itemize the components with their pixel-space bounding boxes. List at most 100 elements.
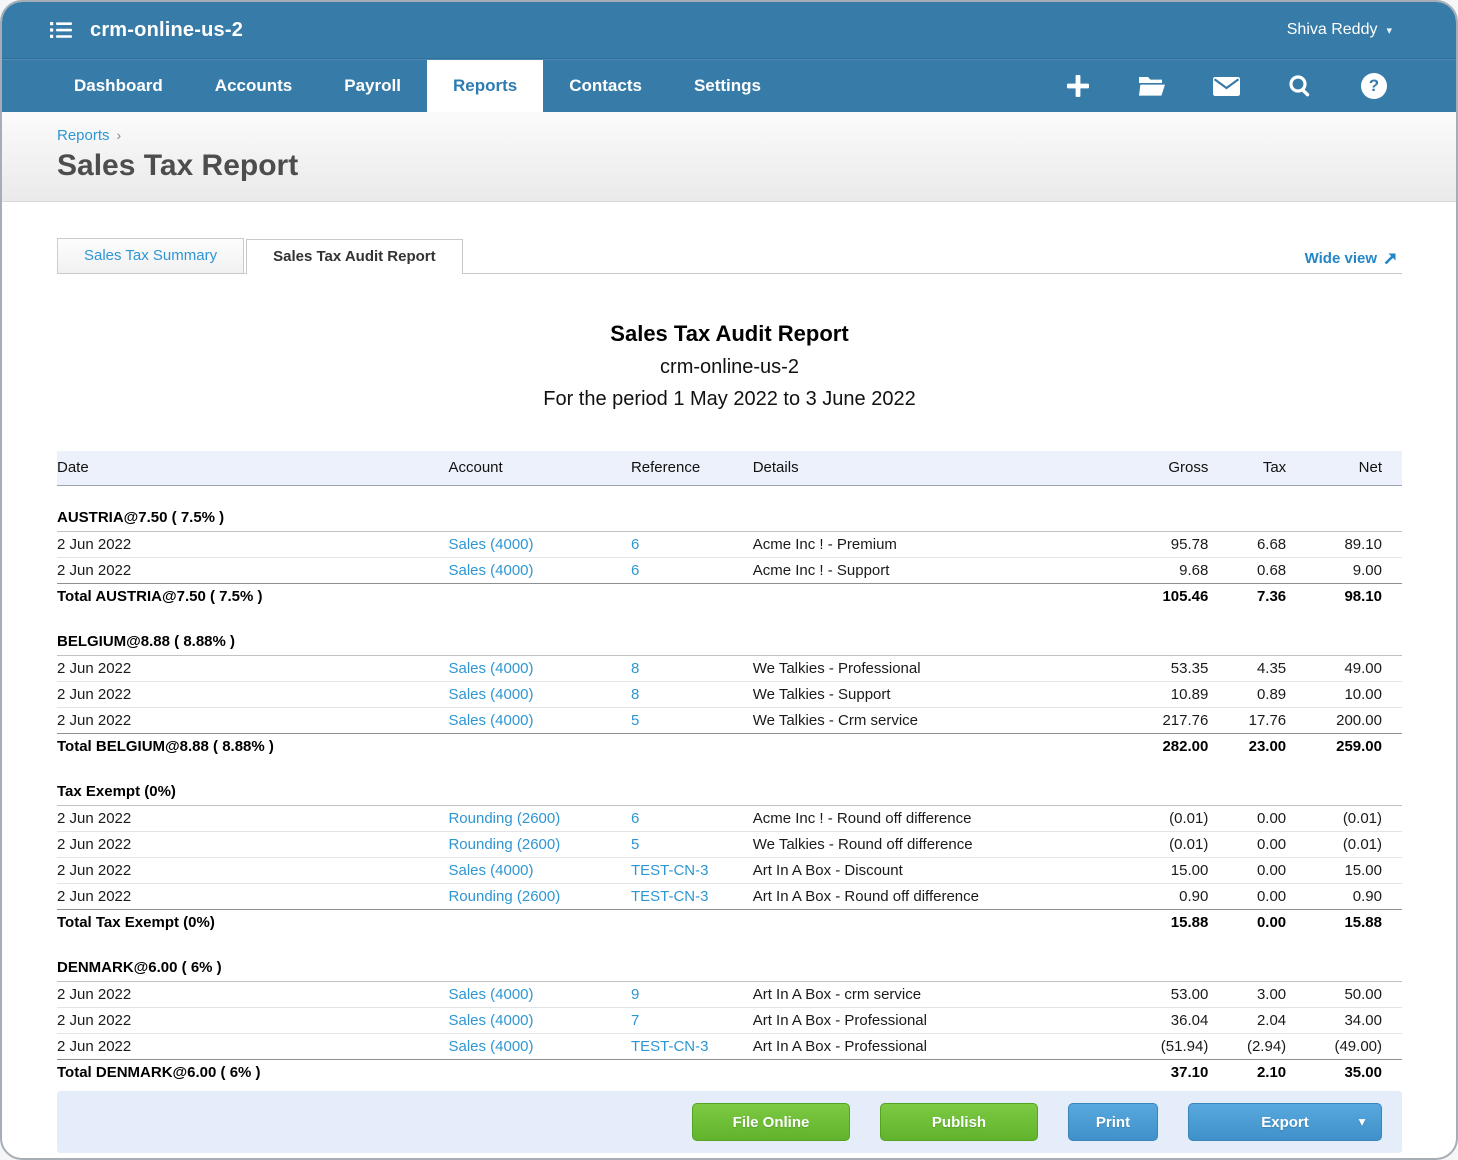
org-list-icon[interactable] [50, 20, 74, 40]
tax-cell: 0.00 [1208, 831, 1286, 857]
report-head: Sales Tax Audit Report crm-online-us-2 F… [57, 316, 1402, 415]
publish-button[interactable]: Publish [880, 1103, 1038, 1141]
details-cell: Acme Inc ! - Support [753, 557, 1089, 583]
account-link[interactable]: Sales (4000) [448, 562, 533, 579]
tax-cell: 0.89 [1208, 681, 1286, 707]
reference-link[interactable]: 6 [631, 562, 639, 579]
nav-item-dashboard[interactable]: Dashboard [48, 60, 189, 112]
search-icon[interactable] [1286, 72, 1314, 100]
breadcrumb-band: Reports› Sales Tax Report [2, 112, 1456, 202]
account-link[interactable]: Sales (4000) [448, 536, 533, 553]
date-cell: 2 Jun 2022 [57, 883, 448, 909]
account-link[interactable]: Rounding (2600) [448, 888, 560, 905]
org-name: crm-online-us-2 [90, 19, 243, 42]
wide-view-link[interactable]: Wide view [1305, 250, 1398, 267]
tab-sales-tax-summary[interactable]: Sales Tax Summary [57, 238, 244, 273]
chevron-down-icon: ▾ [1386, 24, 1392, 37]
account-link[interactable]: Rounding (2600) [448, 810, 560, 827]
details-cell: We Talkies - Crm service [753, 707, 1089, 733]
button-label: Export [1261, 1114, 1309, 1131]
reference-cell: 7 [631, 1007, 753, 1033]
table-row: 2 Jun 2022Sales (4000)TEST-CN-3Art In A … [57, 857, 1402, 883]
table-header-row: DateAccountReferenceDetailsGrossTaxNet [57, 451, 1402, 485]
column-header-date: Date [57, 451, 448, 485]
account-link[interactable]: Rounding (2600) [448, 836, 560, 853]
group-total-net: 259.00 [1286, 733, 1402, 759]
net-cell: 10.00 [1286, 681, 1402, 707]
account-link[interactable]: Sales (4000) [448, 986, 533, 1003]
group-total-tax: 2.10 [1208, 1059, 1286, 1085]
gross-cell: 53.00 [1089, 981, 1209, 1007]
nav-item-accounts[interactable]: Accounts [189, 60, 318, 112]
help-icon[interactable]: ? [1360, 72, 1388, 100]
column-header-net: Net [1286, 451, 1402, 485]
table-header: DateAccountReferenceDetailsGrossTaxNet [57, 451, 1402, 485]
account-link[interactable]: Sales (4000) [448, 1038, 533, 1055]
breadcrumb-separator: › [117, 127, 122, 143]
topbar-icons: ? [1064, 60, 1400, 112]
tax-cell: 17.76 [1208, 707, 1286, 733]
account-cell: Sales (4000) [448, 1007, 630, 1033]
plus-icon[interactable] [1064, 72, 1092, 100]
reference-link[interactable]: 6 [631, 536, 639, 553]
reference-link[interactable]: 8 [631, 686, 639, 703]
nav-item-contacts[interactable]: Contacts [543, 60, 668, 112]
nav-item-reports[interactable]: Reports [427, 60, 543, 112]
tax-cell: 3.00 [1208, 981, 1286, 1007]
sales-tax-audit-table: DateAccountReferenceDetailsGrossTaxNet A… [57, 451, 1402, 1085]
reference-link[interactable]: 8 [631, 660, 639, 677]
reference-link[interactable]: 9 [631, 986, 639, 1003]
net-cell: 15.00 [1286, 857, 1402, 883]
account-link[interactable]: Sales (4000) [448, 1012, 533, 1029]
tax-cell: 6.68 [1208, 531, 1286, 557]
print-button[interactable]: Print [1068, 1103, 1158, 1141]
gross-cell: 15.00 [1089, 857, 1209, 883]
reference-link[interactable]: TEST-CN-3 [631, 862, 709, 879]
table-row: 2 Jun 2022Rounding (2600) TEST-CN-3 Art In… [57, 883, 1402, 909]
details-cell: We Talkies - Round off difference [753, 831, 1089, 857]
breadcrumb: Reports › [57, 127, 1456, 144]
reference-link[interactable]: 7 [631, 1012, 639, 1029]
details-cell: We Talkies - Support [753, 681, 1089, 707]
group-total-net: 35.00 [1286, 1059, 1402, 1085]
mail-icon[interactable] [1212, 72, 1240, 100]
details-cell: Art In A Box - Round off difference [753, 883, 1089, 909]
account-link[interactable]: Sales (4000) [448, 660, 533, 677]
reference-link[interactable]: 5 [631, 712, 639, 729]
reference-cell: 8 [631, 681, 753, 707]
table-row: 2 Jun 2022Rounding (2600) 5 We Talkies - R… [57, 831, 1402, 857]
account-link[interactable]: Sales (4000) [448, 686, 533, 703]
table-row: 2 Jun 2022Sales (4000)5We Talkies - Crm … [57, 707, 1402, 733]
user-menu[interactable]: Shiva Reddy ▾ [1287, 21, 1392, 39]
account-link[interactable]: Sales (4000) [448, 712, 533, 729]
nav-item-settings[interactable]: Settings [668, 60, 787, 112]
account-link[interactable]: Sales (4000) [448, 862, 533, 879]
export-button[interactable]: Export ▾ [1188, 1103, 1382, 1141]
table-row: 2 Jun 2022Rounding (2600)6Acme Inc ! - R… [57, 805, 1402, 831]
account-cell: Rounding (2600) [448, 831, 630, 857]
table-row: 2 Jun 2022Sales (4000)6Acme Inc ! - Prem… [57, 531, 1402, 557]
button-label: Print [1096, 1114, 1130, 1131]
reference-link[interactable]: 6 [631, 810, 639, 827]
tab-sales-tax-audit-report[interactable]: Sales Tax Audit Report [246, 239, 463, 274]
reference-link[interactable]: TEST-CN-3 [631, 1038, 709, 1055]
date-cell: 2 Jun 2022 [57, 831, 448, 857]
nav-item-payroll[interactable]: Payroll [318, 60, 427, 112]
chevron-down-icon: ▾ [1359, 1115, 1365, 1129]
folder-icon[interactable] [1138, 72, 1166, 100]
table-row: 2 Jun 2022Sales (4000)6Acme Inc ! - Supp… [57, 557, 1402, 583]
reference-cell: 5 [631, 707, 753, 733]
details-cell: Art In A Box - Professional [753, 1033, 1089, 1059]
reference-cell: 6 [631, 557, 753, 583]
group-total-gross: 282.00 [1089, 733, 1209, 759]
breadcrumb-reports-link[interactable]: Reports [57, 127, 110, 144]
date-cell: 2 Jun 2022 [57, 1007, 448, 1033]
group-total-tax: 0.00 [1208, 909, 1286, 935]
reference-link[interactable]: 5 [631, 836, 639, 853]
tax-cell: (2.94) [1208, 1033, 1286, 1059]
file-online-button[interactable]: File Online [692, 1103, 850, 1141]
table-row: 2 Jun 2022Sales (4000)9Art In A Box - cr… [57, 981, 1402, 1007]
group-total-gross: 37.10 [1089, 1059, 1209, 1085]
reference-link[interactable]: TEST-CN-3 [631, 888, 709, 905]
details-cell: Art In A Box - Discount [753, 857, 1089, 883]
